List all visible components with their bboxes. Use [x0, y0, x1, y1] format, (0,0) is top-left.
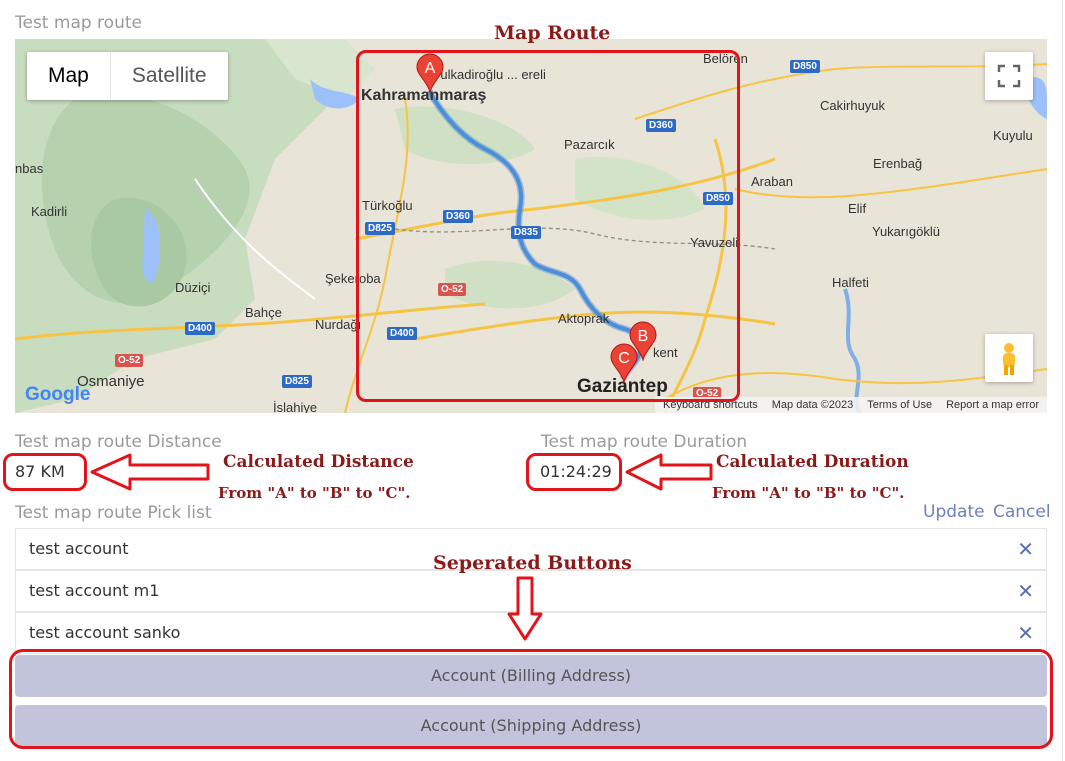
- fullscreen-icon: [997, 64, 1021, 88]
- remove-icon[interactable]: ✕: [1017, 621, 1034, 645]
- annotation-calc-distance-sub: From "A" to "B" to "C".: [218, 484, 411, 502]
- map-data-attribution: Map data ©2023: [771, 399, 854, 411]
- picklist-label: Test map route Pick list: [15, 503, 212, 523]
- annotation-separated-buttons: Seperated Buttons: [433, 552, 632, 574]
- report-error-link[interactable]: Report a map error: [946, 397, 1039, 413]
- duration-label: Test map route Duration: [541, 432, 748, 452]
- place-label: Halfeti: [832, 275, 869, 290]
- list-item-name: test account sanko: [29, 623, 181, 642]
- place-label: İslahiye: [273, 400, 318, 413]
- buttons-highlight: [9, 649, 1053, 749]
- place-label: Kadirli: [31, 204, 68, 219]
- map-type-satellite-button[interactable]: Satellite: [111, 52, 228, 100]
- fullscreen-button[interactable]: [985, 52, 1033, 100]
- arrow-left-icon: [90, 453, 210, 491]
- place-label: Kuyulu: [993, 128, 1033, 143]
- place-label: Yukarıgöklü: [872, 224, 940, 239]
- list-item-name: test account: [29, 539, 129, 558]
- map-field-label: Test map route: [15, 13, 142, 33]
- arrow-down-icon: [507, 576, 543, 641]
- arrow-left-icon: [625, 453, 713, 491]
- update-link[interactable]: Update: [923, 502, 985, 522]
- place-label: Bahçe: [245, 305, 282, 320]
- distance-highlight: [3, 453, 87, 491]
- map-route-highlight: [356, 50, 740, 402]
- map-type-control[interactable]: Map Satellite: [27, 52, 228, 100]
- scrollbar-track[interactable]: [1062, 0, 1063, 761]
- remove-icon[interactable]: ✕: [1017, 537, 1034, 561]
- annotation-calc-duration: Calculated Duration: [716, 452, 909, 472]
- place-label: Araban: [751, 174, 793, 189]
- annotation-map-route: Map Route: [494, 22, 611, 44]
- place-label: Düziçi: [175, 280, 211, 295]
- terms-link[interactable]: Terms of Use: [867, 397, 932, 413]
- list-item-name: test account m1: [29, 581, 160, 600]
- map-type-map-button[interactable]: Map: [27, 52, 111, 100]
- street-view-button[interactable]: [985, 334, 1033, 382]
- google-logo[interactable]: Google: [25, 384, 90, 406]
- cancel-link[interactable]: Cancel: [993, 502, 1051, 522]
- place-label: nbas: [15, 161, 44, 176]
- road-shield: D850: [790, 60, 820, 73]
- annotation-calc-distance: Calculated Distance: [223, 452, 414, 472]
- pegman-icon: [1003, 343, 1015, 375]
- annotation-calc-duration-sub: From "A" to "B" to "C".: [712, 484, 905, 502]
- distance-label: Test map route Distance: [15, 432, 222, 452]
- remove-icon[interactable]: ✕: [1017, 579, 1034, 603]
- road-shield: O-52: [115, 354, 144, 367]
- place-label: Erenbağ: [873, 156, 923, 171]
- place-label: Elif: [848, 201, 867, 216]
- duration-highlight: [526, 453, 622, 491]
- road-shield: D400: [185, 322, 215, 335]
- place-label: Nurdağı: [315, 317, 362, 332]
- place-label: Cakirhuyuk: [820, 98, 886, 113]
- road-shield: D825: [282, 375, 312, 388]
